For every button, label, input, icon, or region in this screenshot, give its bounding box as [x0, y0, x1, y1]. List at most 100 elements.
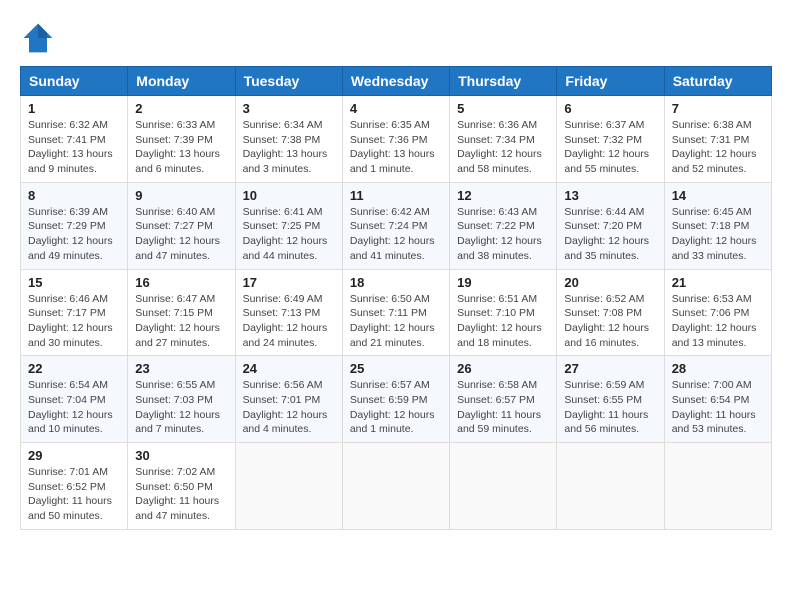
day-info: Sunrise: 6:56 AMSunset: 7:01 PMDaylight:… — [243, 378, 335, 437]
day-info: Sunrise: 6:41 AMSunset: 7:25 PMDaylight:… — [243, 205, 335, 264]
day-cell: 27 Sunrise: 6:59 AMSunset: 6:55 PMDayligh… — [557, 356, 664, 443]
day-number: 23 — [135, 361, 227, 376]
day-info: Sunrise: 7:00 AMSunset: 6:54 PMDaylight:… — [672, 378, 764, 437]
day-number: 16 — [135, 275, 227, 290]
day-info: Sunrise: 6:59 AMSunset: 6:55 PMDaylight:… — [564, 378, 656, 437]
day-cell — [664, 443, 771, 530]
header-row: SundayMondayTuesdayWednesdayThursdayFrid… — [21, 67, 772, 96]
day-info: Sunrise: 6:35 AMSunset: 7:36 PMDaylight:… — [350, 118, 442, 177]
day-cell: 1 Sunrise: 6:32 AMSunset: 7:41 PMDaylight… — [21, 96, 128, 183]
week-row: 15 Sunrise: 6:46 AMSunset: 7:17 PMDayligh… — [21, 269, 772, 356]
day-number: 17 — [243, 275, 335, 290]
day-number: 19 — [457, 275, 549, 290]
week-row: 8 Sunrise: 6:39 AMSunset: 7:29 PMDaylight… — [21, 182, 772, 269]
day-cell: 9 Sunrise: 6:40 AMSunset: 7:27 PMDaylight… — [128, 182, 235, 269]
day-cell — [235, 443, 342, 530]
col-header-sunday: Sunday — [21, 67, 128, 96]
day-cell: 3Sunrise: 6:34 AMSunset: 7:38 PMDaylight… — [235, 96, 342, 183]
day-info: Sunrise: 6:32 AMSunset: 7:41 PMDaylight:… — [28, 118, 120, 177]
day-cell: 14 Sunrise: 6:45 AMSunset: 7:18 PMDayligh… — [664, 182, 771, 269]
day-info: Sunrise: 6:45 AMSunset: 7:18 PMDaylight:… — [672, 205, 764, 264]
day-cell — [342, 443, 449, 530]
day-info: Sunrise: 6:40 AMSunset: 7:27 PMDaylight:… — [135, 205, 227, 264]
day-cell: 11Sunrise: 6:42 AMSunset: 7:24 PMDayligh… — [342, 182, 449, 269]
day-cell: 13Sunrise: 6:44 AMSunset: 7:20 PMDayligh… — [557, 182, 664, 269]
day-cell: 6 Sunrise: 6:37 AMSunset: 7:32 PMDaylight… — [557, 96, 664, 183]
day-info: Sunrise: 6:52 AMSunset: 7:08 PMDaylight:… — [564, 292, 656, 351]
day-number: 13 — [564, 188, 656, 203]
day-number: 29 — [28, 448, 120, 463]
day-info: Sunrise: 6:57 AMSunset: 6:59 PMDaylight:… — [350, 378, 442, 437]
day-cell: 24Sunrise: 6:56 AMSunset: 7:01 PMDayligh… — [235, 356, 342, 443]
day-cell: 19 Sunrise: 6:51 AMSunset: 7:10 PMDayligh… — [450, 269, 557, 356]
day-info: Sunrise: 7:01 AMSunset: 6:52 PMDaylight:… — [28, 465, 120, 524]
day-cell — [450, 443, 557, 530]
day-cell: 26Sunrise: 6:58 AMSunset: 6:57 PMDayligh… — [450, 356, 557, 443]
day-info: Sunrise: 6:46 AMSunset: 7:17 PMDaylight:… — [28, 292, 120, 351]
week-row: 1 Sunrise: 6:32 AMSunset: 7:41 PMDaylight… — [21, 96, 772, 183]
day-number: 8 — [28, 188, 120, 203]
day-number: 1 — [28, 101, 120, 116]
day-cell: 17 Sunrise: 6:49 AMSunset: 7:13 PMDayligh… — [235, 269, 342, 356]
day-cell: 10Sunrise: 6:41 AMSunset: 7:25 PMDayligh… — [235, 182, 342, 269]
day-cell: 16 Sunrise: 6:47 AMSunset: 7:15 PMDayligh… — [128, 269, 235, 356]
day-cell: 5Sunrise: 6:36 AMSunset: 7:34 PMDaylight… — [450, 96, 557, 183]
day-info: Sunrise: 6:49 AMSunset: 7:13 PMDaylight:… — [243, 292, 335, 351]
day-number: 18 — [350, 275, 442, 290]
calendar: SundayMondayTuesdayWednesdayThursdayFrid… — [20, 66, 772, 530]
day-cell: 29 Sunrise: 7:01 AMSunset: 6:52 PMDayligh… — [21, 443, 128, 530]
day-info: Sunrise: 6:37 AMSunset: 7:32 PMDaylight:… — [564, 118, 656, 177]
week-row: 29 Sunrise: 7:01 AMSunset: 6:52 PMDayligh… — [21, 443, 772, 530]
day-number: 25 — [350, 361, 442, 376]
day-number: 30 — [135, 448, 227, 463]
day-cell: 15 Sunrise: 6:46 AMSunset: 7:17 PMDayligh… — [21, 269, 128, 356]
col-header-friday: Friday — [557, 67, 664, 96]
day-number: 9 — [135, 188, 227, 203]
day-info: Sunrise: 7:02 AMSunset: 6:50 PMDaylight:… — [135, 465, 227, 524]
col-header-saturday: Saturday — [664, 67, 771, 96]
day-info: Sunrise: 6:34 AMSunset: 7:38 PMDaylight:… — [243, 118, 335, 177]
day-info: Sunrise: 6:50 AMSunset: 7:11 PMDaylight:… — [350, 292, 442, 351]
day-number: 2 — [135, 101, 227, 116]
day-info: Sunrise: 6:42 AMSunset: 7:24 PMDaylight:… — [350, 205, 442, 264]
day-number: 28 — [672, 361, 764, 376]
day-number: 6 — [564, 101, 656, 116]
week-row: 22Sunrise: 6:54 AMSunset: 7:04 PMDayligh… — [21, 356, 772, 443]
day-info: Sunrise: 6:55 AMSunset: 7:03 PMDaylight:… — [135, 378, 227, 437]
day-cell: 8 Sunrise: 6:39 AMSunset: 7:29 PMDaylight… — [21, 182, 128, 269]
day-cell: 21 Sunrise: 6:53 AMSunset: 7:06 PMDayligh… — [664, 269, 771, 356]
day-info: Sunrise: 6:54 AMSunset: 7:04 PMDaylight:… — [28, 378, 120, 437]
day-number: 20 — [564, 275, 656, 290]
day-cell: 28 Sunrise: 7:00 AMSunset: 6:54 PMDayligh… — [664, 356, 771, 443]
day-cell: 18 Sunrise: 6:50 AMSunset: 7:11 PMDayligh… — [342, 269, 449, 356]
day-cell: 22Sunrise: 6:54 AMSunset: 7:04 PMDayligh… — [21, 356, 128, 443]
day-cell: 7Sunrise: 6:38 AMSunset: 7:31 PMDaylight… — [664, 96, 771, 183]
day-cell: 30 Sunrise: 7:02 AMSunset: 6:50 PMDayligh… — [128, 443, 235, 530]
col-header-wednesday: Wednesday — [342, 67, 449, 96]
day-info: Sunrise: 6:33 AMSunset: 7:39 PMDaylight:… — [135, 118, 227, 177]
day-info: Sunrise: 6:53 AMSunset: 7:06 PMDaylight:… — [672, 292, 764, 351]
day-cell: 4 Sunrise: 6:35 AMSunset: 7:36 PMDaylight… — [342, 96, 449, 183]
day-number: 4 — [350, 101, 442, 116]
day-cell: 2 Sunrise: 6:33 AMSunset: 7:39 PMDaylight… — [128, 96, 235, 183]
day-number: 14 — [672, 188, 764, 203]
day-cell — [557, 443, 664, 530]
day-info: Sunrise: 6:47 AMSunset: 7:15 PMDaylight:… — [135, 292, 227, 351]
day-info: Sunrise: 6:51 AMSunset: 7:10 PMDaylight:… — [457, 292, 549, 351]
col-header-monday: Monday — [128, 67, 235, 96]
col-header-tuesday: Tuesday — [235, 67, 342, 96]
day-number: 5 — [457, 101, 549, 116]
day-number: 21 — [672, 275, 764, 290]
day-number: 12 — [457, 188, 549, 203]
day-cell: 12 Sunrise: 6:43 AMSunset: 7:22 PMDayligh… — [450, 182, 557, 269]
day-info: Sunrise: 6:43 AMSunset: 7:22 PMDaylight:… — [457, 205, 549, 264]
logo-icon — [20, 20, 56, 56]
day-cell: 23 Sunrise: 6:55 AMSunset: 7:03 PMDayligh… — [128, 356, 235, 443]
day-cell: 20 Sunrise: 6:52 AMSunset: 7:08 PMDayligh… — [557, 269, 664, 356]
day-number: 26 — [457, 361, 549, 376]
day-info: Sunrise: 6:38 AMSunset: 7:31 PMDaylight:… — [672, 118, 764, 177]
day-number: 15 — [28, 275, 120, 290]
day-info: Sunrise: 6:39 AMSunset: 7:29 PMDaylight:… — [28, 205, 120, 264]
page-header — [20, 20, 772, 56]
day-number: 27 — [564, 361, 656, 376]
